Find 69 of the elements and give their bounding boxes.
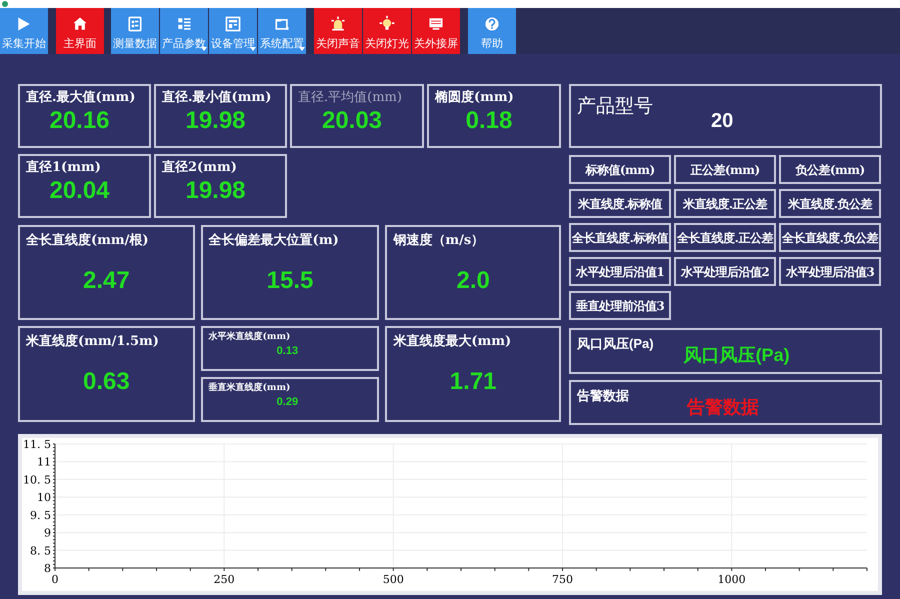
alarm-label: 告警数据 [577, 387, 629, 405]
y-tick-label: 9 [44, 526, 51, 540]
y-tick-label: 8 [44, 562, 51, 575]
y-tick-label: 11. 5 [23, 438, 51, 451]
parameter-button[interactable]: 水平处理后沿值2 [674, 257, 776, 286]
measurement-label: 直径.最小值(mm) [162, 89, 272, 107]
measurement-label: 米直线度最大(mm) [393, 332, 512, 351]
parameter-button[interactable]: 垂直处理前沿值3 [569, 291, 671, 320]
wind-pressure-label: 风口风压(Pa) [577, 335, 654, 353]
measurement-label: 直径2(mm) [162, 159, 237, 177]
product-model-value: 20 [711, 109, 734, 134]
x-tick-label: 500 [382, 573, 404, 586]
measurement-label: 直径.平均值(mm) [298, 89, 402, 107]
measurement-value: 20.04 [49, 178, 110, 204]
parameter-button[interactable]: 水平处理后沿值1 [569, 257, 671, 286]
measurement-label: 椭圆度(mm) [435, 88, 514, 107]
measurement-value: 15.5 [266, 266, 314, 296]
alarm-value: 告警数据 [687, 396, 759, 419]
x-tick-label: 1000 [718, 573, 746, 586]
measurement-value: 20.16 [49, 108, 110, 134]
list-icon [126, 14, 144, 32]
help-icon [483, 14, 501, 32]
home-icon [71, 14, 89, 32]
x-tick-label: 0 [52, 573, 58, 586]
x-tick-label: 750 [552, 573, 573, 586]
measurement-value: 0.63 [82, 366, 130, 396]
panel-icon [224, 14, 242, 32]
parameter-button[interactable]: 米直线度.正公差 [674, 189, 776, 218]
measurement-label: 直径.最大值(mm) [26, 89, 136, 107]
parameter-button[interactable]: 米直线度.负公差 [779, 189, 881, 218]
measurement-value: 0.13 [276, 344, 300, 356]
toolbar-button[interactable]: 关闭声音 [314, 8, 362, 54]
parameter-button[interactable]: 全长直线度.负公差 [779, 223, 881, 252]
measurement-label: 全长直线度(mm/根) [26, 232, 149, 250]
siren-icon [329, 14, 347, 32]
parameter-button[interactable]: 负公差(mm) [779, 155, 881, 184]
measurement-label: 米直线度(mm/1.5m) [26, 332, 159, 351]
wind-pressure-value: 风口风压(Pa) [684, 344, 790, 367]
y-tick-label: 9. 5 [30, 508, 51, 522]
toolbar-button[interactable]: 主界面 [56, 8, 104, 54]
parameter-button[interactable]: 水平处理后沿值3 [779, 257, 881, 286]
measurement-value: 19.98 [185, 178, 246, 204]
y-tick-label: 10 [37, 491, 51, 504]
y-tick-label: 10. 5 [23, 473, 51, 486]
parameter-button[interactable]: 正公差(mm) [674, 155, 776, 184]
app-icon [2, 1, 8, 7]
measurement-label: 垂直米直线度(mm) [208, 382, 292, 395]
x-tick-label: 250 [214, 573, 235, 586]
measurement-value: 1.71 [450, 366, 497, 396]
measurement-value: 20.03 [322, 108, 382, 134]
parameter-button[interactable]: 标称值(mm) [569, 155, 671, 184]
parameter-button[interactable]: 全长直线度.正公差 [674, 223, 776, 252]
measurement-label: 钢速度（m/s） [393, 232, 484, 250]
measurement-value: 19.98 [185, 108, 246, 134]
measurement-value: 0.18 [466, 108, 512, 134]
measurement-value: 0.29 [276, 396, 300, 408]
measurement-label: 水平米直线度(mm) [208, 331, 292, 344]
product-model-label: 产品型号 [577, 94, 653, 119]
measurement-label: 全长偏差最大位置(m) [208, 232, 339, 250]
parameter-button[interactable]: 米直线度.标称值 [569, 189, 671, 218]
toolbar-button[interactable]: 关外接屏 [412, 8, 460, 54]
measurement-value: 2.47 [82, 266, 130, 296]
toolbar-button[interactable]: 关闭灯光 [363, 8, 411, 54]
y-tick-label: 8. 5 [30, 544, 51, 558]
measurement-label: 直径1(mm) [26, 159, 101, 177]
measurement-value: 2.0 [456, 266, 490, 296]
y-tick-label: 11 [37, 456, 51, 469]
bulb-icon [378, 14, 396, 32]
parameter-button[interactable]: 全长直线度.标称值 [569, 223, 671, 252]
